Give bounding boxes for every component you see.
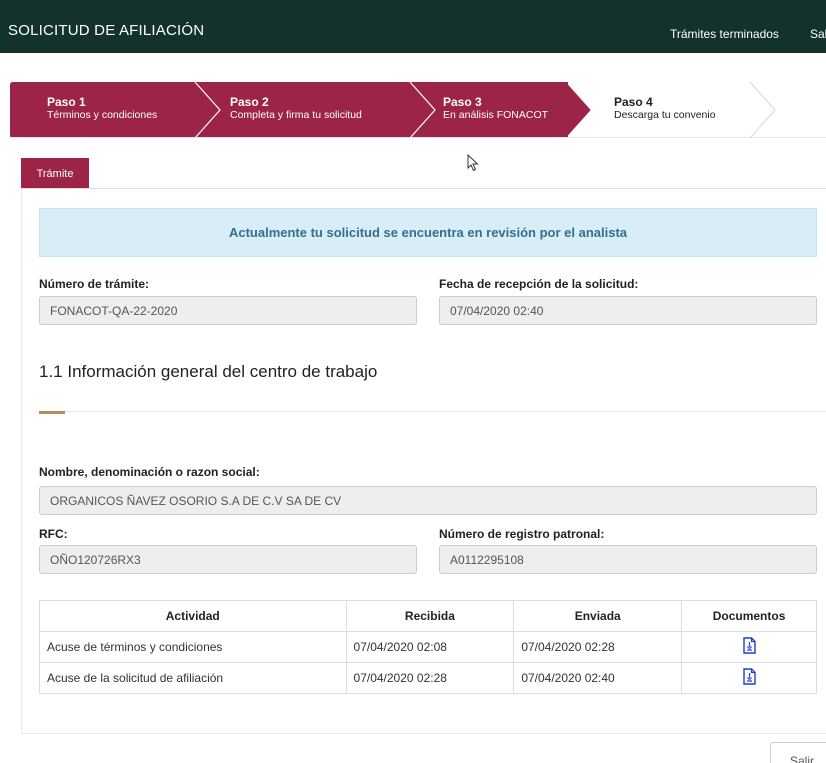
cell-documentos [681, 631, 817, 663]
rfc-field[interactable]: OÑO120726RX3 [39, 545, 417, 574]
numero-tramite-field[interactable]: FONACOT-QA-22-2020 [39, 296, 417, 325]
tab-tramite[interactable]: Trámite [21, 158, 89, 189]
registro-patronal-field[interactable]: A0112295108 [439, 545, 817, 574]
salir-button[interactable]: Salir [770, 742, 826, 763]
col-actividad: Actividad [39, 600, 347, 632]
pdf-document-icon[interactable] [742, 668, 756, 685]
registro-patronal-label: Número de registro patronal: [439, 527, 605, 541]
section-accent-bar [39, 411, 65, 414]
fecha-recepcion-label: Fecha de recepción de la solicitud: [439, 277, 639, 291]
nav-salir[interactable]: Sal [810, 27, 826, 41]
step-3-number: Paso 3 [443, 95, 482, 109]
step-2: Paso 2 Completa y firma tu solicitud [230, 96, 362, 122]
step-4-label: Descarga tu convenio [614, 109, 716, 121]
step-4: Paso 4 Descarga tu convenio [614, 96, 716, 122]
cell-documentos [681, 662, 817, 694]
step-2-label: Completa y firma tu solicitud [230, 109, 362, 121]
step-1-label: Términos y condiciones [47, 109, 158, 121]
nav-tramites-terminados[interactable]: Trámites terminados [670, 27, 779, 41]
col-enviada: Enviada [513, 600, 683, 632]
table-row: Acuse de la solicitud de afiliación 07/0… [39, 662, 817, 694]
pdf-document-icon[interactable] [742, 637, 756, 654]
app-title: SOLICITUD DE AFILIACIÓN [8, 22, 205, 39]
step-2-number: Paso 2 [230, 95, 269, 109]
rfc-label: RFC: [39, 527, 68, 541]
actividades-table: Actividad Recibida Enviada Documentos Ac… [39, 600, 817, 694]
step-1: Paso 1 Términos y condiciones [47, 96, 157, 122]
mouse-cursor-icon [467, 154, 479, 172]
status-alert: Actualmente tu solicitud se encuentra en… [39, 208, 817, 257]
step-3-label: En análisis FONACOT [443, 109, 549, 121]
panel-border-left [21, 189, 22, 734]
cell-actividad: Acuse de la solicitud de afiliación [39, 662, 347, 694]
step-4-number: Paso 4 [614, 95, 653, 109]
cell-enviada: 07/04/2020 02:40 [513, 662, 683, 694]
progress-stepper: Paso 1 Términos y condiciones Paso 2 Com… [10, 82, 826, 138]
table-header-row: Actividad Recibida Enviada Documentos [39, 600, 817, 632]
col-recibida: Recibida [345, 600, 515, 632]
cell-recibida: 07/04/2020 02:08 [345, 631, 515, 663]
cell-enviada: 07/04/2020 02:28 [513, 631, 683, 663]
panel-border-bottom [21, 733, 826, 734]
razon-social-label: Nombre, denominación o razon social: [39, 465, 260, 479]
col-documentos: Documentos [681, 600, 817, 632]
top-navbar: SOLICITUD DE AFILIACIÓN Trámites termina… [0, 0, 826, 53]
section-divider [65, 411, 826, 412]
table-row: Acuse de términos y condiciones 07/04/20… [39, 631, 817, 663]
cell-recibida: 07/04/2020 02:28 [345, 662, 515, 694]
tab-divider [21, 188, 826, 189]
numero-tramite-label: Número de trámite: [39, 277, 150, 291]
step-3: Paso 3 En análisis FONACOT [443, 96, 548, 122]
section-title: 1.1 Información general del centro de tr… [39, 362, 378, 381]
fecha-recepcion-field[interactable]: 07/04/2020 02:40 [439, 296, 817, 325]
razon-social-field[interactable]: ORGANICOS ÑAVEZ OSORIO S.A DE C.V SA DE … [39, 486, 817, 515]
step-1-number: Paso 1 [47, 95, 86, 109]
cell-actividad: Acuse de términos y condiciones [39, 631, 347, 663]
